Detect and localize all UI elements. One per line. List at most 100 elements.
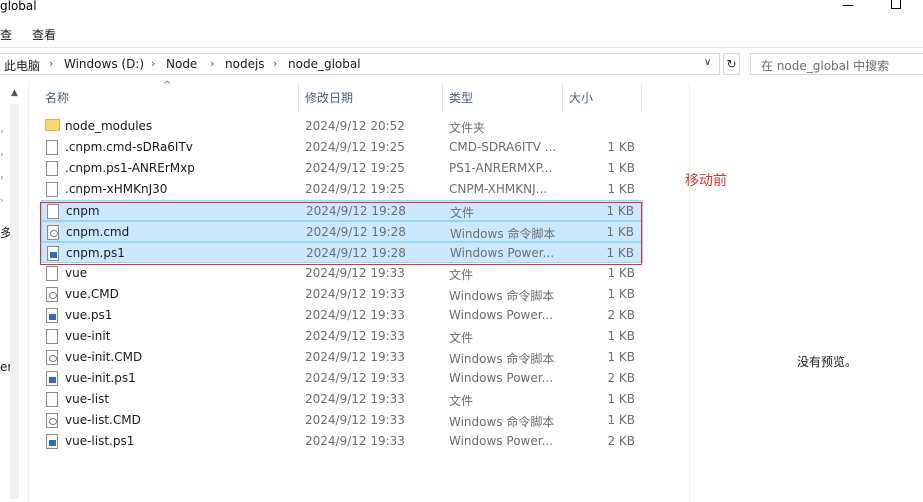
file-type: 文件夹 [449,121,486,135]
cmd-file-icon [46,350,58,365]
chevron-down-icon[interactable]: ∨ [704,57,711,68]
file-date: 2024/9/12 19:33 [305,371,405,385]
column-header-type[interactable]: 类型 [449,89,473,106]
cmd-file-icon [46,413,58,428]
nav-expand-icon[interactable]: › [0,173,4,183]
sort-ascending-icon: ^ [163,80,172,91]
file-name: .cnpm.ps1-ANRErMxp [65,161,195,175]
preview-pane-divider[interactable] [689,82,690,502]
file-row[interactable]: vue-init.CMD 2024/9/12 19:33 Windows 命令脚本 1… [41,347,643,368]
column-header-date[interactable]: 修改日期 [305,89,353,106]
file-type: 文件 [449,268,474,282]
file-date: 2024/9/12 19:33 [305,287,405,301]
refresh-icon[interactable]: ↻ [723,53,740,75]
file-type: Windows Power... [449,308,554,322]
breadcrumb-separator[interactable]: › [273,57,277,70]
maximize-icon[interactable] [891,0,901,9]
file-name: .cnpm.cmd-sDRa6ITv [65,140,193,154]
search-input[interactable]: 在 node_global 中搜索 [750,53,923,75]
breadcrumb-nodejs[interactable]: nodejs [225,57,265,71]
window-title: global [0,0,37,13]
annotation-highlight-box [40,202,642,265]
file-type: 文件 [449,394,474,408]
file-date: 2024/9/12 19:33 [305,329,405,343]
file-size: 1 KB [607,413,635,427]
file-type: Windows Power... [449,434,554,448]
file-name: .cnpm-xHMKnJ30 [65,182,168,196]
powershell-file-icon [46,308,58,323]
breadcrumb-separator[interactable]: › [49,57,53,70]
file-date: 2024/9/12 19:33 [305,413,405,427]
column-divider[interactable] [641,83,642,113]
file-row[interactable]: vue-list.ps1 2024/9/12 19:33 Windows Power… [41,431,643,452]
file-row[interactable]: .cnpm-xHMKnJ30 2024/9/12 19:25 CNPM-XHMKNJ… [41,179,643,200]
file-name: vue [65,266,88,280]
file-size: 1 KB [607,287,635,301]
file-row[interactable]: vue 2024/9/12 19:33 文件 1 KB [41,263,643,284]
scrollbar-track[interactable] [10,104,19,499]
file-icon [46,161,58,176]
file-date: 2024/9/12 19:33 [305,434,405,448]
address-bar[interactable]: 此电脑 › Windows (D:) › Node › nodejs › nod… [0,53,720,75]
file-date: 2024/9/12 19:33 [305,308,405,322]
file-date: 2024/9/12 19:25 [305,182,405,196]
breadcrumb-node-global[interactable]: node_global [288,57,361,71]
file-size: 1 KB [607,350,635,364]
file-row[interactable]: vue-init.ps1 2024/9/12 19:33 Windows Power… [41,368,643,389]
file-icon [46,329,58,344]
file-size: 2 KB [607,434,635,448]
breadcrumb-drive-d[interactable]: Windows (D:) [64,57,144,71]
file-row[interactable]: vue.CMD 2024/9/12 19:33 Windows 命令脚本 1 KB [41,284,643,305]
file-date: 2024/9/12 19:33 [305,392,405,406]
file-row[interactable]: vue-list 2024/9/12 19:33 文件 1 KB [41,389,643,410]
file-type: Windows Power... [449,371,554,385]
file-row[interactable]: vue-init 2024/9/12 19:33 文件 1 KB [41,326,643,347]
file-icon [46,392,58,407]
column-header-size[interactable]: 大小 [569,89,593,106]
file-type: CMD-SDRA6ITV ... [449,140,557,154]
column-header-name[interactable]: 名称 [45,89,69,106]
column-divider[interactable] [298,83,299,113]
file-name: vue.CMD [65,287,119,301]
file-name: vue-init.ps1 [65,371,136,385]
file-name: vue-list [65,392,110,406]
file-size: 1 KB [607,140,635,154]
breadcrumb-this-pc[interactable]: 此电脑 [4,57,40,74]
annotation-label: 移动前 [685,173,727,189]
file-date: 2024/9/12 19:25 [305,140,405,154]
file-type: CNPM-XHMKNJ... [449,182,548,196]
breadcrumb-node[interactable]: Node [166,57,197,71]
scroll-up-icon[interactable]: ▲ [11,88,18,98]
file-size: 1 KB [607,161,635,175]
file-row[interactable]: vue-list.CMD 2024/9/12 19:33 Windows 命令脚本 1… [41,410,643,431]
column-divider[interactable] [562,83,563,113]
file-row[interactable]: .cnpm.cmd-sDRa6ITv 2024/9/12 19:25 CMD-SDR… [41,137,643,158]
column-divider[interactable] [442,83,443,113]
file-row[interactable]: node_modules 2024/9/12 20:52 文件夹 [41,116,643,137]
cmd-file-icon [46,287,58,302]
file-size: 2 KB [607,308,635,322]
file-size: 1 KB [607,266,635,280]
breadcrumb-separator[interactable]: › [210,57,214,70]
file-name: vue-list.CMD [65,413,141,427]
ribbon-tab-share[interactable]: 查 [0,26,12,43]
file-icon [46,266,58,281]
preview-empty-text: 没有预览。 [797,355,858,369]
file-size: 1 KB [607,392,635,406]
file-row[interactable]: .cnpm.ps1-ANRErMxp 2024/9/12 19:25 PS1-ANR… [41,158,643,179]
nav-expand-icon[interactable]: › [0,196,4,206]
file-icon [46,182,58,197]
minimize-icon[interactable] [843,5,853,6]
file-size: 2 KB [607,371,635,385]
powershell-file-icon [46,371,58,386]
ribbon-tab-view[interactable]: 查看 [32,26,56,43]
nav-expand-icon[interactable]: › [0,127,4,137]
file-type: Windows 命令脚本 [449,415,555,429]
file-name: vue-list.ps1 [65,434,135,448]
file-date: 2024/9/12 19:33 [305,350,405,364]
nav-expand-icon[interactable]: › [0,150,4,160]
file-type: 文件 [449,331,474,345]
file-row[interactable]: vue.ps1 2024/9/12 19:33 Windows Power... 2 … [41,305,643,326]
file-date: 2024/9/12 19:33 [305,266,405,280]
breadcrumb-separator[interactable]: › [151,57,155,70]
